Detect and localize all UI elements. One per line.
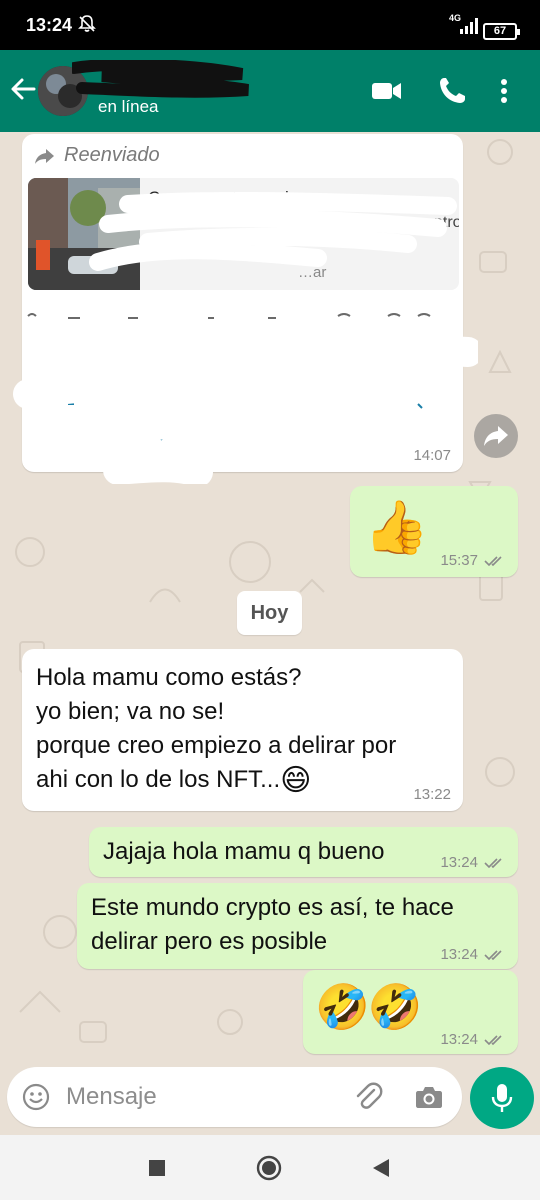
recents-button[interactable] (149, 1160, 165, 1176)
thumbs-up-emoji: 👍 (364, 499, 429, 557)
forwarded-icon (35, 148, 54, 164)
grinning-emoji: 😄 (280, 763, 312, 797)
redaction-scribble (89, 191, 457, 271)
message-time: 13:22 (413, 786, 451, 803)
date-chip: Hoy (237, 591, 302, 635)
camera-icon[interactable] (414, 1082, 444, 1112)
outgoing-message[interactable]: 🤣🤣 13:24 (303, 970, 518, 1054)
message-line: ahi con lo de los NFT... (36, 766, 281, 793)
link-preview[interactable]: Com… …ntrenomicos …ntro …ar (28, 178, 459, 290)
microphone-icon (491, 1084, 513, 1112)
notifications-muted-icon (78, 15, 96, 32)
message-line: Hola mamu como estás? (36, 664, 302, 691)
message-time: 15:37 (440, 552, 478, 569)
incoming-message[interactable]: Hola mamu como estás? yo bien; va no se!… (22, 649, 463, 811)
double-check-icon (484, 949, 502, 960)
forwarded-message[interactable]: Reenviado Com… …ntrenomicos …ntro …ar 14… (13, 134, 478, 484)
composer-bar: Mensaje (0, 1067, 540, 1135)
message-line: porque creo empiezo a delirar por (36, 732, 397, 759)
signal-icon (460, 18, 478, 34)
emoji-icon[interactable] (21, 1082, 51, 1112)
voice-record-button[interactable] (470, 1067, 534, 1129)
battery-icon: 67 (483, 23, 520, 40)
outgoing-message[interactable]: Jajaja hola mamu q bueno 13:24 (89, 827, 518, 877)
message-time: 13:24 (440, 854, 478, 871)
status-bar: 13:24 4G 67 (0, 0, 540, 50)
rofl-emoji: 🤣🤣 (315, 983, 423, 1032)
message-input-placeholder[interactable]: Mensaje (66, 1083, 157, 1111)
system-nav-bar (0, 1135, 540, 1200)
message-input[interactable]: Mensaje (7, 1067, 462, 1127)
forward-share-button[interactable] (474, 414, 518, 458)
back-button[interactable] (372, 1158, 390, 1178)
double-check-icon (484, 857, 502, 868)
message-text-redaction (13, 313, 478, 484)
home-button[interactable] (256, 1155, 282, 1181)
message-line: delirar pero es posible (91, 928, 328, 955)
message-time: 13:24 (440, 1031, 478, 1048)
message-time: 13:24 (440, 946, 478, 963)
forwarded-label: Reenviado (64, 144, 160, 166)
outgoing-message[interactable]: Este mundo crypto es así, te hace delira… (77, 883, 518, 969)
message-text: Jajaja hola mamu q bueno (103, 838, 385, 865)
more-vert-icon[interactable] (494, 75, 514, 107)
contact-name-redaction[interactable] (72, 60, 250, 98)
double-check-icon (484, 555, 502, 566)
message-line: Este mundo crypto es así, te hace (91, 894, 454, 921)
video-call-icon[interactable] (370, 75, 404, 107)
status-time: 13:24 (26, 15, 73, 35)
message-time: 14:07 (413, 447, 451, 464)
attach-icon[interactable] (353, 1081, 383, 1113)
share-icon (484, 426, 508, 446)
chat-header: en línea (0, 50, 540, 132)
phone-icon[interactable] (436, 75, 470, 107)
back-arrow-icon[interactable] (10, 76, 36, 102)
contact-presence: en línea (98, 97, 159, 116)
chat-area[interactable]: Reenviado Com… …ntrenomicos …ntro …ar 14… (0, 132, 540, 1067)
outgoing-message[interactable]: 👍 15:37 (350, 486, 518, 577)
double-check-icon (484, 1034, 502, 1045)
message-line: yo bien; va no se! (36, 698, 225, 725)
